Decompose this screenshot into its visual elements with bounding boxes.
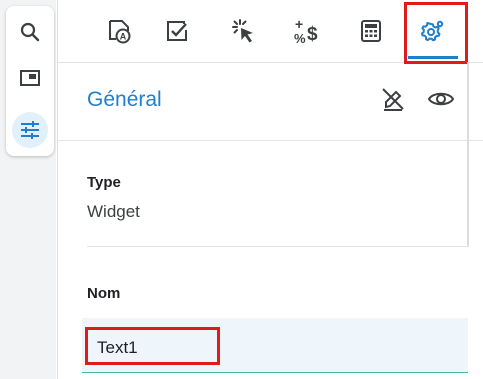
section-divider xyxy=(58,140,483,141)
properties-button[interactable] xyxy=(12,112,48,148)
eye-icon xyxy=(426,84,456,114)
sliders-icon xyxy=(18,118,42,142)
format-icon: A xyxy=(105,17,133,45)
left-rail xyxy=(6,6,54,156)
svg-text:%: % xyxy=(294,31,306,46)
field-divider xyxy=(87,246,469,247)
edit-off-icon xyxy=(378,84,408,114)
tab-validation[interactable] xyxy=(148,0,206,62)
svg-text:+: + xyxy=(295,16,303,32)
panel-icon xyxy=(18,66,42,90)
tab-events[interactable] xyxy=(214,0,272,62)
tab-calculation[interactable] xyxy=(342,0,400,62)
search-icon xyxy=(18,20,42,44)
currency-percent-icon: +% $ xyxy=(292,16,322,46)
name-label: Nom xyxy=(87,285,121,302)
tab-currency[interactable]: +% $ xyxy=(278,0,336,62)
highlight-settings-tab xyxy=(404,2,468,64)
properties-panel: A +% $ Général Type Widget Nom Text1 xyxy=(57,0,483,379)
highlight-name-input xyxy=(85,327,220,365)
type-label: Type xyxy=(87,174,121,191)
click-icon xyxy=(229,17,257,45)
search-button[interactable] xyxy=(12,14,48,50)
hide-in-read-mode-button[interactable] xyxy=(378,84,408,114)
svg-text:A: A xyxy=(120,32,127,42)
section-title: Général xyxy=(87,88,162,111)
panel-button[interactable] xyxy=(12,60,48,96)
tab-format[interactable]: A xyxy=(90,0,148,62)
svg-text:$: $ xyxy=(307,24,318,45)
checkbox-icon xyxy=(164,18,190,44)
visibility-button[interactable] xyxy=(426,84,456,114)
type-value: Widget xyxy=(87,202,140,221)
section-actions xyxy=(378,84,456,114)
calculator-icon xyxy=(359,19,383,43)
panel-scroll-edge xyxy=(467,62,469,246)
